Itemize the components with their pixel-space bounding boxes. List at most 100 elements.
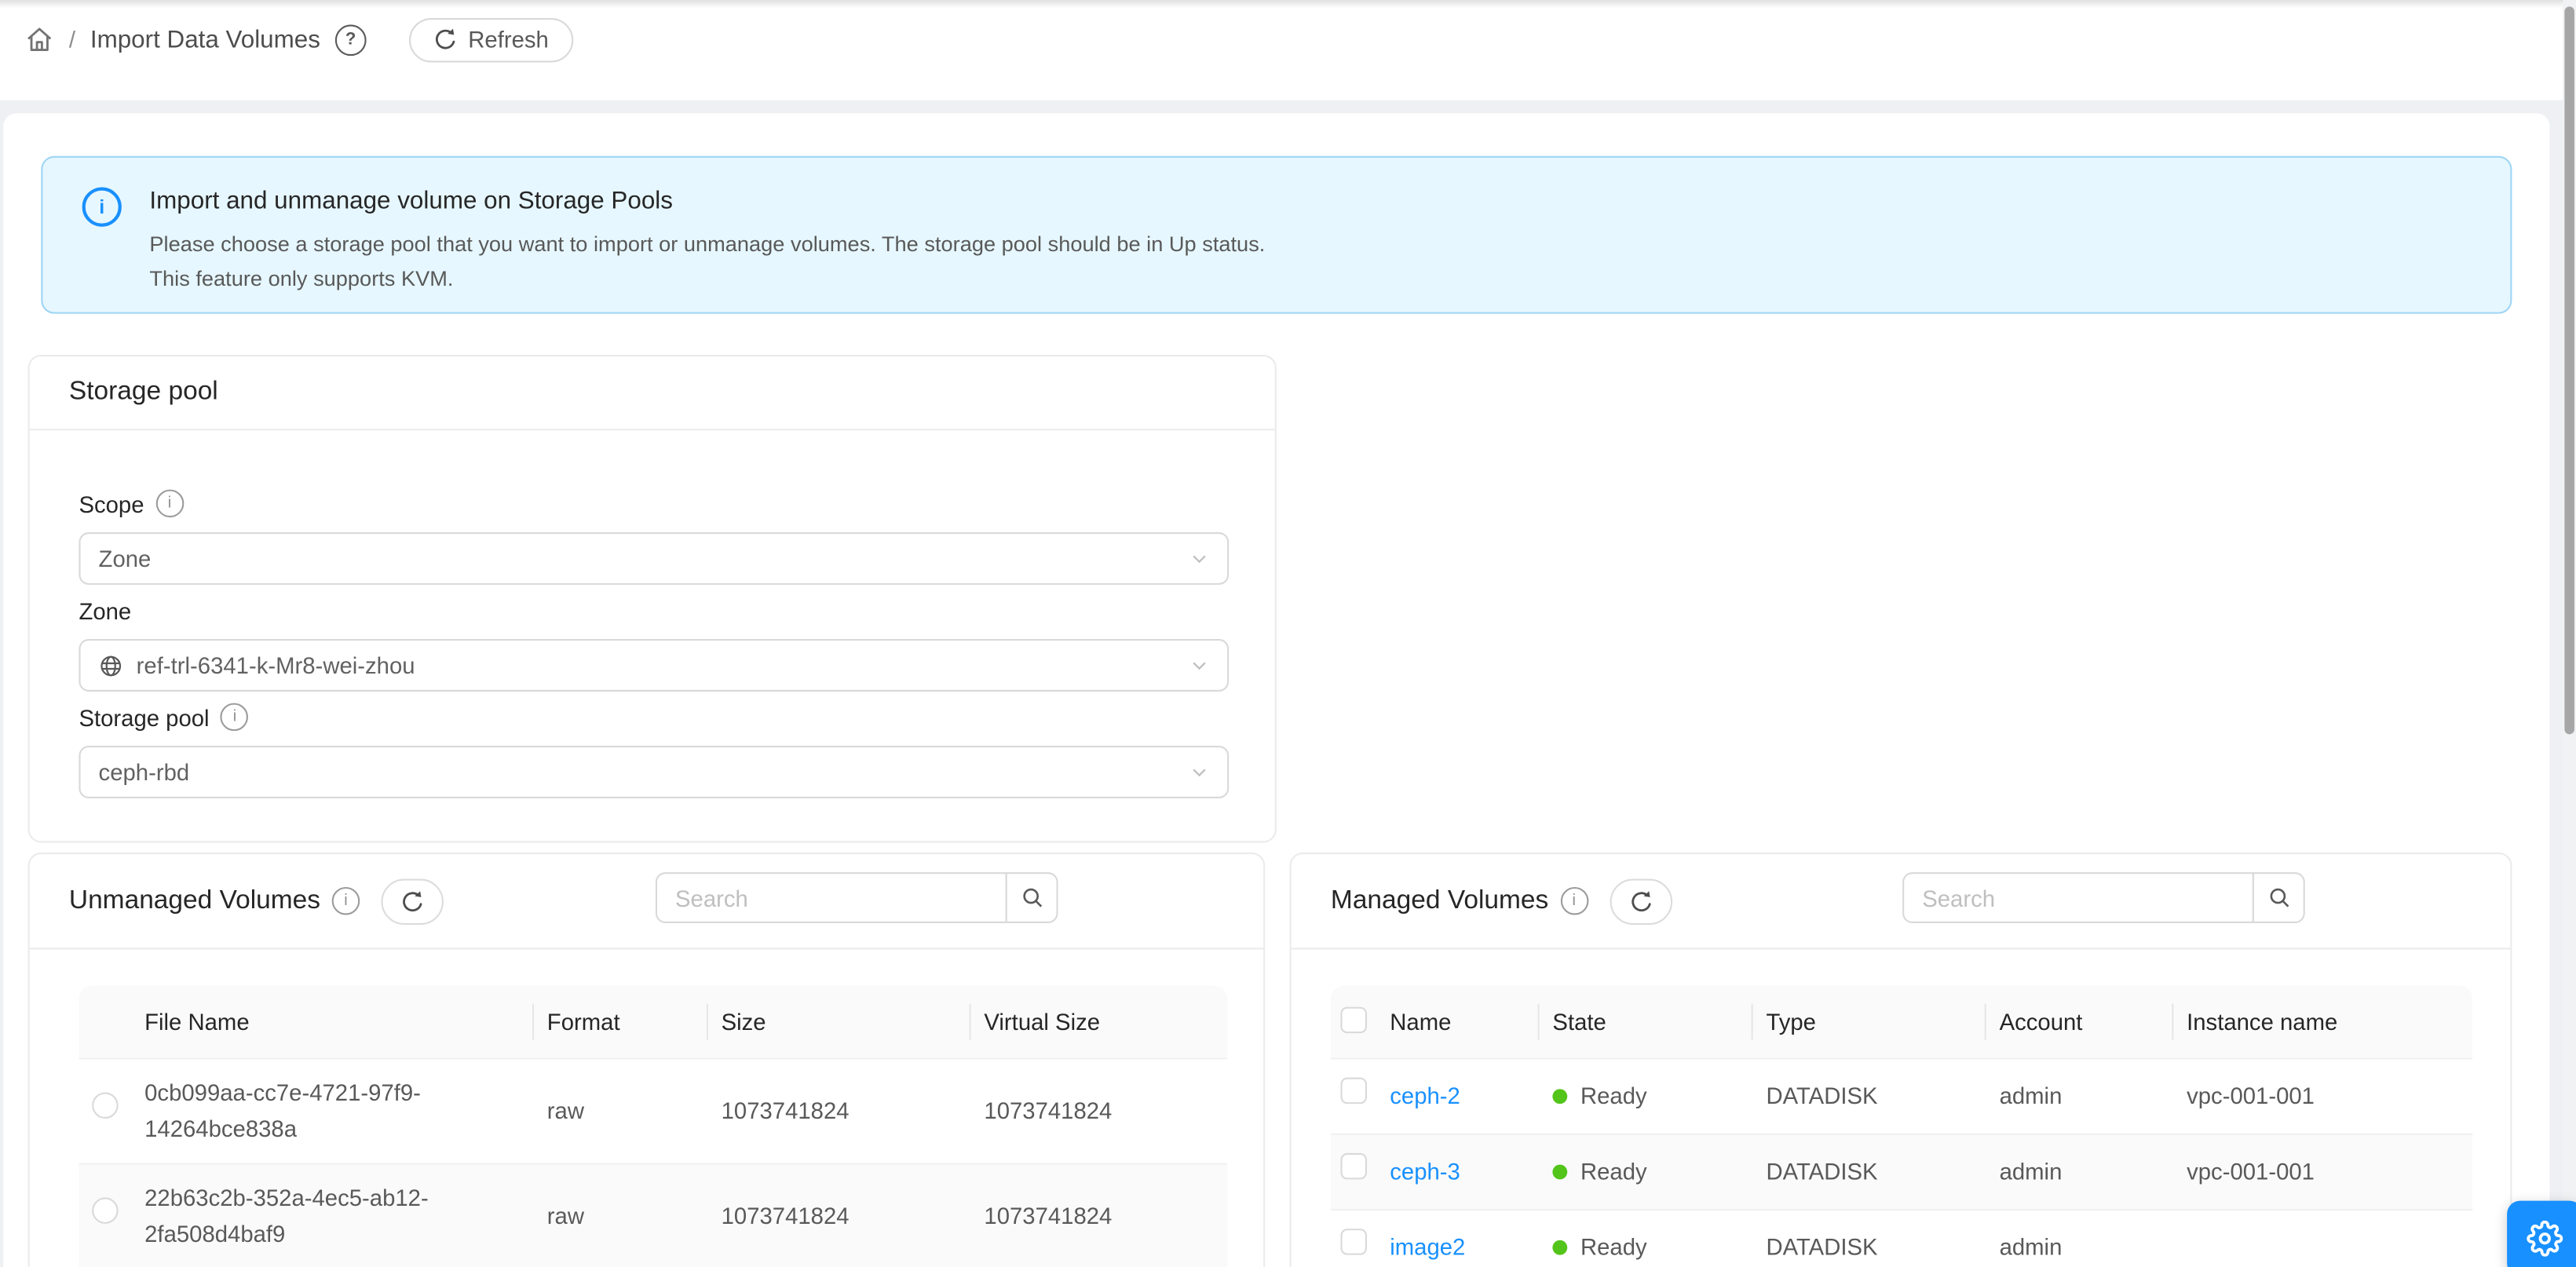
managed-table-header: Name State Type Account Instance name [1331,986,2472,1060]
table-row[interactable]: 0cb099aa-cc7e-4721-97f9-14264bce838a raw… [79,1060,1227,1165]
chevron-down-icon [1189,655,1209,675]
info-glyph: i [344,892,347,910]
row-checkbox[interactable] [1340,1229,1366,1255]
refresh-label: Refresh [468,26,549,52]
unmanaged-volumes-card: Unmanaged Volumes i [28,853,1266,1267]
reload-icon [401,889,424,912]
alert-description-line2: This feature only supports KVM. [149,264,1265,294]
managed-search-button[interactable] [2253,872,2305,923]
name-cell: ceph-2 [1377,1079,1540,1114]
managed-info-icon[interactable]: i [1560,887,1588,915]
managed-volumes-card: Managed Volumes i [1290,853,2512,1267]
unmanaged-search-button[interactable] [1006,872,1058,923]
storage-pool-card-title: Storage pool [69,378,218,407]
info-glyph: i [1572,892,1575,910]
managed-search [1902,872,2305,923]
table-row[interactable]: 22b63c2b-352a-4ec5-ab12-2fa508d4baf9 raw… [79,1165,1227,1267]
unmanaged-table: File Name Format Size Virtual Size 0cb09… [79,986,1227,1267]
alert-description-line1: Please choose a storage pool that you wa… [149,230,1265,261]
ready-status-dot [1552,1089,1567,1104]
table-row[interactable]: image2 Ready DATADISK admin [1331,1210,2472,1267]
info-glyph: i [233,708,236,726]
managed-refresh-button[interactable] [1610,878,1672,924]
state-cell: Ready [1540,1079,1753,1114]
state-label: Ready [1580,1079,1647,1114]
page: / Import Data Volumes ? Refresh i Import… [0,0,2576,1267]
volume-link[interactable]: ceph-2 [1390,1082,1460,1108]
scope-select-value: Zone [99,546,152,571]
checkbox-cell [1331,1078,1377,1115]
row-radio[interactable] [92,1198,118,1224]
column-header-size: Size [708,1009,971,1035]
account-cell: admin [1986,1155,2174,1190]
ready-status-dot [1552,1240,1567,1255]
volume-link[interactable]: ceph-3 [1390,1158,1460,1184]
checkbox-column-header [1331,1006,1377,1038]
table-row[interactable]: ceph-3 Ready DATADISK admin vpc-001-001 [1331,1135,2472,1210]
managed-search-input[interactable] [1902,872,2254,923]
file-name-cell: 0cb099aa-cc7e-4721-97f9-14264bce838a [131,1076,534,1147]
refresh-button[interactable]: Refresh [409,17,573,61]
unmanaged-refresh-button[interactable] [381,878,444,924]
search-icon [1019,885,1043,910]
column-header-account: Account [1986,1009,2174,1035]
state-label: Ready [1580,1230,1647,1265]
managed-table: Name State Type Account Instance name ce… [1331,986,2472,1267]
name-cell: ceph-3 [1377,1155,1540,1190]
file-name-cell: 22b63c2b-352a-4ec5-ab12-2fa508d4baf9 [131,1181,534,1252]
help-glyph: ? [345,30,356,49]
row-checkbox[interactable] [1340,1153,1366,1179]
alert-body: Import and unmanage volume on Storage Po… [149,179,1265,312]
table-row[interactable]: ceph-2 Ready DATADISK admin vpc-001-001 [1331,1060,2472,1135]
unmanaged-search-input[interactable] [656,872,1007,923]
managed-card-title: Managed Volumes [1331,886,1548,916]
column-header-state: State [1540,1009,1753,1035]
unmanaged-info-icon[interactable]: i [332,887,360,915]
select-all-checkbox[interactable] [1340,1006,1366,1032]
type-cell: DATADISK [1753,1230,1986,1265]
virtual-size-cell: 1073741824 [971,1199,1227,1234]
zone-select[interactable]: ref-trl-6341-k-Mr8-wei-zhou [79,639,1229,692]
header-bar: / Import Data Volumes ? Refresh [0,0,2576,100]
row-radio[interactable] [92,1093,118,1119]
column-header-type: Type [1753,1009,1986,1035]
chevron-down-icon [1189,549,1209,568]
alert-title: Import and unmanage volume on Storage Po… [149,184,1265,220]
checkbox-cell [1331,1229,1377,1266]
virtual-size-cell: 1073741824 [971,1094,1227,1129]
settings-fab-button[interactable] [2507,1201,2576,1267]
scrollbar[interactable] [2563,0,2576,1267]
search-icon [2267,885,2291,910]
row-checkbox[interactable] [1340,1078,1366,1104]
type-cell: DATADISK [1753,1155,1986,1190]
storage-pool-card: Storage pool Scope i Zone Zone [28,355,1277,842]
scope-select[interactable]: Zone [79,532,1229,585]
unmanaged-card-header: Unmanaged Volumes i [30,854,1263,949]
column-header-instance-name: Instance name [2173,1009,2472,1035]
radio-cell [79,1093,131,1130]
storage-pool-label: Storage pool i [79,703,248,732]
zone-label-text: Zone [79,598,131,624]
state-cell: Ready [1540,1230,1753,1265]
help-icon[interactable]: ? [335,24,367,55]
size-cell: 1073741824 [708,1094,971,1129]
scope-info-icon[interactable]: i [155,490,184,518]
format-cell: raw [534,1094,708,1129]
column-header-format: Format [534,1009,708,1035]
storage-pool-select[interactable]: ceph-rbd [79,746,1229,798]
checkbox-cell [1331,1153,1377,1190]
zone-label: Zone [79,598,131,624]
info-glyph: i [168,495,171,513]
info-circle-icon: i [82,188,122,227]
column-header-file-name: File Name [131,1009,534,1035]
name-cell: image2 [1377,1230,1540,1265]
account-cell: admin [1986,1230,2174,1265]
scrollbar-thumb[interactable] [2564,6,2574,734]
home-icon[interactable] [24,24,54,54]
zone-select-value: ref-trl-6341-k-Mr8-wei-zhou [137,652,415,678]
storage-pool-info-icon[interactable]: i [221,703,249,732]
volume-link[interactable]: image2 [1390,1233,1465,1259]
instance-name-cell: vpc-001-001 [2173,1155,2472,1190]
unmanaged-table-header: File Name Format Size Virtual Size [79,986,1227,1060]
state-label: Ready [1580,1155,1647,1190]
